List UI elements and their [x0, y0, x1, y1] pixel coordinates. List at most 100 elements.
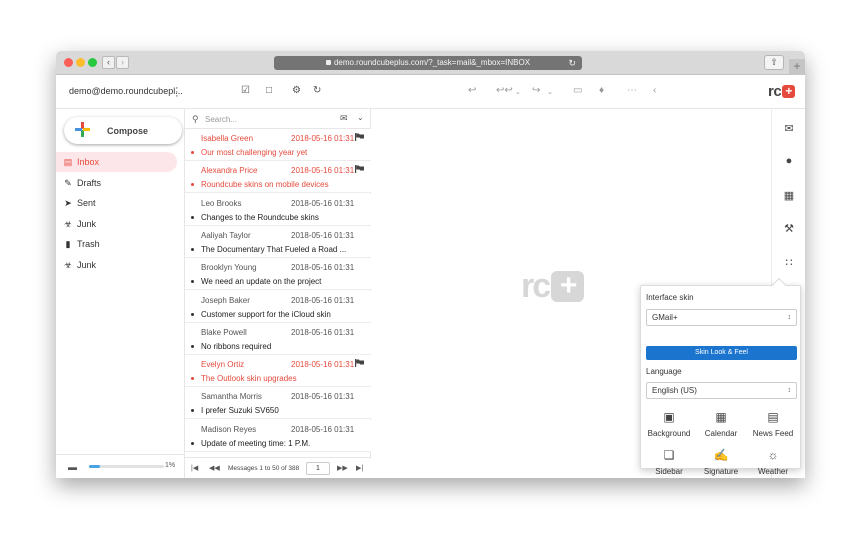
pencil-icon: ✎ [64, 178, 72, 188]
back-icon[interactable]: ‹ [653, 85, 656, 96]
message-subject: The Documentary That Fueled a Road ... [201, 244, 347, 254]
message-sender: Samantha Morris [201, 392, 262, 402]
hard-drive-icon: ▬ [68, 462, 77, 472]
unread-dot [191, 280, 194, 284]
skin-look-feel-button[interactable]: Skin Look & Feel [646, 346, 797, 360]
checkbox-icon[interactable]: ☑ [241, 85, 250, 96]
message-sender: Isabella Green [201, 134, 254, 143]
folder-junk-2[interactable]: ☣ Junk [56, 255, 177, 275]
unread-dot [191, 151, 194, 154]
folder-drafts[interactable]: ✎ Drafts [56, 173, 177, 193]
next-page-icon[interactable]: ▶▶ [337, 464, 348, 472]
flag-icon[interactable] [355, 359, 364, 368]
message-row[interactable]: Isabella Green 2018-05-16 01:31 Our most c… [185, 129, 371, 161]
calendar-icon: ▦ [715, 410, 727, 424]
roundcube-logo[interactable]: rc + [768, 83, 796, 100]
option-weather[interactable]: ☼ Weather [747, 448, 799, 476]
contacts-icon[interactable]: ● [782, 155, 796, 167]
reply-icon[interactable]: ↩ [468, 85, 476, 96]
search-bar[interactable]: ⚲ Search... ✉ ⌄ [185, 109, 371, 129]
trash-icon[interactable]: ▭ [573, 85, 582, 96]
logo-text: rc [768, 83, 782, 100]
envelope-icon[interactable]: ✉ [340, 113, 348, 124]
message-row[interactable]: Samantha Morris 2018-05-16 01:31 I prefer … [185, 387, 371, 420]
page-number-input[interactable]: 1 [306, 462, 330, 475]
zoom-window-button[interactable] [88, 58, 97, 67]
option-sidebar[interactable]: ❏ Sidebar [643, 448, 695, 476]
option-signature[interactable]: ✍ Signature [695, 448, 747, 476]
option-news-feed[interactable]: ▤ News Feed [747, 410, 799, 438]
message-row[interactable]: Joseph Baker 2018-05-16 01:31 Customer sup… [185, 290, 371, 323]
message-subject: Customer support for the iCloud skin [201, 309, 331, 319]
lock-icon [325, 60, 331, 65]
folder-label: Trash [77, 239, 100, 249]
quota-bar: ▬ 1% [56, 454, 185, 478]
message-subject: No ribbons required [201, 341, 272, 351]
prev-page-icon[interactable]: ◀◀ [209, 464, 220, 472]
more-icon[interactable]: ⋯ [627, 85, 637, 96]
chevron-down-icon[interactable]: ⌄ [357, 113, 364, 122]
send-icon: ➤ [64, 198, 72, 208]
close-window-button[interactable] [64, 58, 73, 67]
unread-dot [191, 377, 194, 381]
message-sender: Joseph Baker [201, 295, 250, 305]
calendar-icon[interactable]: ▦ [782, 189, 796, 202]
unread-dot [191, 312, 194, 316]
address-bar[interactable]: demo.roundcubeplus.com/?_task=mail&_mbox… [274, 56, 582, 70]
watermark-text: rc [521, 267, 551, 305]
flag-icon[interactable] [355, 133, 364, 141]
message-sender: Leo Brooks [201, 198, 242, 208]
message-row[interactable]: Leo Brooks 2018-05-16 01:31 Changes to the… [185, 193, 371, 226]
select-arrows-icon: ↕ [787, 387, 792, 394]
reply-all-icon[interactable]: ↩↩ [496, 85, 513, 96]
folder-inbox[interactable]: ▤ Inbox [56, 152, 177, 172]
compose-button[interactable]: Compose [64, 117, 182, 144]
reload-icon[interactable]: ↻ [568, 56, 576, 70]
last-page-icon[interactable]: ▶| [356, 464, 363, 472]
newspaper-icon: ▤ [767, 410, 779, 424]
wrench-icon[interactable]: ⚒ [782, 222, 796, 235]
chevron-left-icon[interactable]: ‹ [102, 56, 115, 69]
option-background[interactable]: ▣ Background [643, 410, 695, 438]
flag-icon[interactable] [355, 165, 364, 174]
gear-icon[interactable]: ⚙ [292, 85, 301, 96]
search-input[interactable]: Search... [205, 115, 237, 124]
message-row[interactable]: Aaliyah Taylor 2018-05-16 01:31 The Docume… [185, 225, 371, 258]
forward-dropdown-icon[interactable]: ⌄ [547, 88, 553, 96]
folder-sent[interactable]: ➤ Sent [56, 193, 177, 213]
folder-trash[interactable]: ▮ Trash [56, 234, 177, 254]
apps-grid-icon[interactable]: ∷ [782, 256, 796, 269]
skin-select[interactable]: GMail+ ↕ [646, 309, 797, 326]
reply-dropdown-icon[interactable]: ⌄ [515, 88, 521, 96]
compose-plus-icon [75, 122, 90, 137]
account-name[interactable]: demo@demo.roundcubepl... [69, 86, 183, 96]
comment-icon[interactable]: □ [266, 85, 272, 96]
language-select-value: English (US) [652, 386, 697, 395]
option-calendar[interactable]: ▦ Calendar [695, 410, 747, 438]
message-row[interactable]: Brooklyn Young 2018-05-16 01:31 We need an… [185, 258, 371, 291]
message-row[interactable]: Madison Reyes 2018-05-16 01:31 Update of m… [185, 419, 371, 452]
message-row[interactable]: Evelyn Ortiz 2018-05-16 01:31 The Outlook … [185, 355, 371, 388]
tag-icon[interactable]: ♦ [599, 85, 604, 96]
mail-icon[interactable]: ✉ [782, 122, 796, 135]
option-label: Sidebar [655, 467, 683, 476]
language-select[interactable]: English (US) ↕ [646, 382, 797, 399]
pager-text: Messages 1 to 50 of 388 [228, 465, 300, 472]
refresh-icon[interactable]: ↻ [313, 85, 321, 96]
first-page-icon[interactable]: |◀ [191, 464, 198, 472]
message-row[interactable]: Alexandra Price 2018-05-16 01:31 Roundcube… [185, 161, 371, 194]
folder-junk[interactable]: ☣ Junk [56, 214, 177, 234]
new-tab-button[interactable]: + [789, 59, 805, 75]
search-icon[interactable]: ⚲ [192, 114, 199, 125]
share-icon[interactable]: ⇧ [764, 55, 784, 70]
quota-percent: 1% [165, 462, 176, 469]
message-subject: The Outlook skin upgrades [201, 374, 297, 384]
message-subject: Roundcube skins on mobile devices [201, 180, 329, 190]
forward-icon[interactable]: ↪ [532, 85, 540, 96]
message-row[interactable]: Blake Powell 2018-05-16 01:31 No ribbons r… [185, 322, 371, 355]
account-menu-icon[interactable]: · · · [175, 83, 179, 102]
sun-icon: ☼ [767, 448, 779, 462]
option-label: News Feed [752, 429, 794, 438]
chevron-right-icon[interactable]: › [116, 56, 129, 69]
minimize-window-button[interactable] [76, 58, 85, 67]
